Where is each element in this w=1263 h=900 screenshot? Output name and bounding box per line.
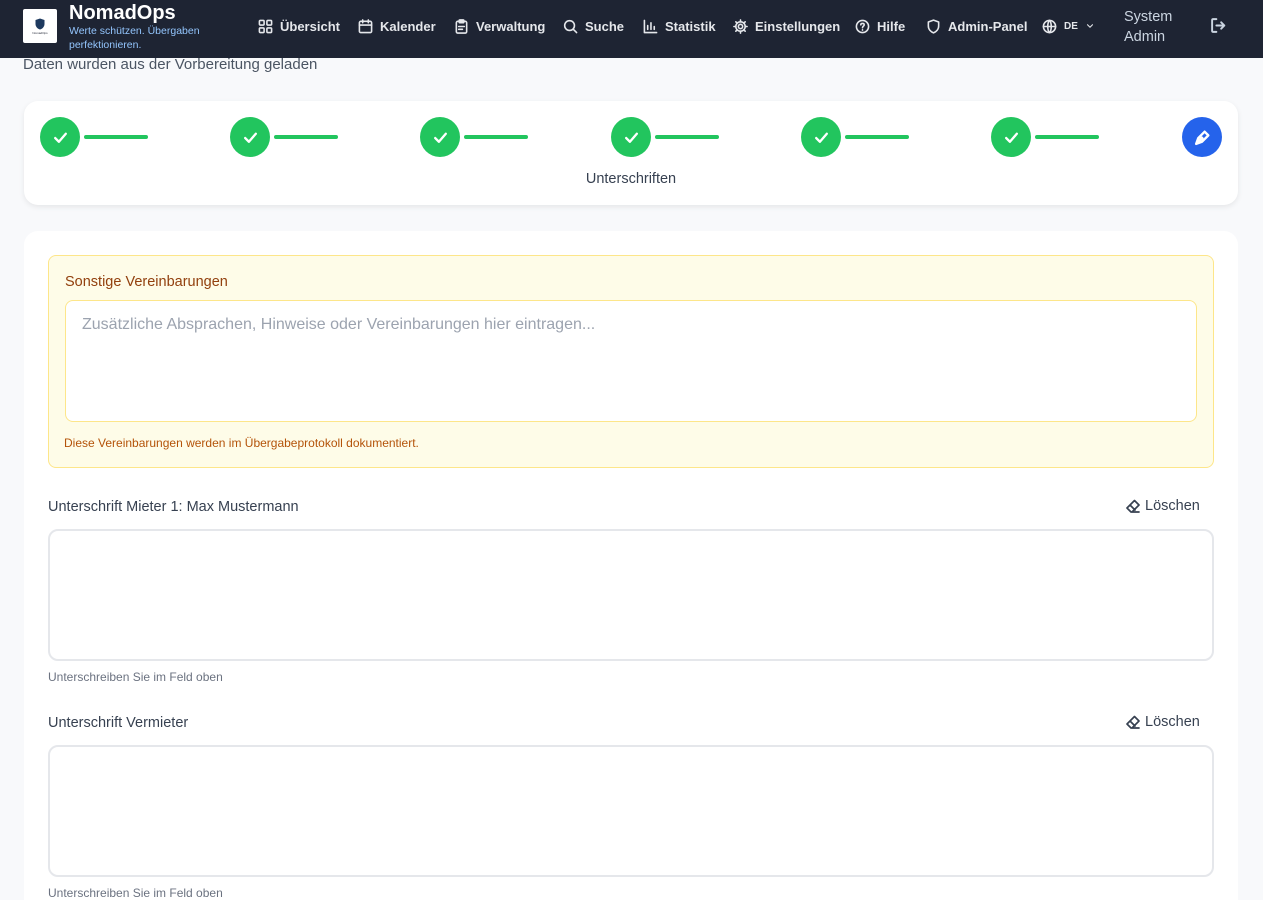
step-connector xyxy=(84,135,148,139)
nav-item-admin-panel[interactable]: Admin-Panel xyxy=(926,16,1027,36)
nav-item-verwaltung[interactable]: Verwaltung xyxy=(454,16,545,36)
nav-item-label: Verwaltung xyxy=(476,18,546,34)
step-7-current[interactable] xyxy=(1182,117,1222,157)
tenant-signature-pad[interactable] xyxy=(48,529,1214,661)
step-connector xyxy=(1035,135,1099,139)
nav-item-label: Übersicht xyxy=(280,18,340,34)
clear-label: Löschen xyxy=(1145,714,1200,730)
shield-icon xyxy=(927,18,940,34)
gear-icon xyxy=(733,18,748,34)
step-connector xyxy=(464,135,528,139)
agreements-textarea[interactable] xyxy=(65,300,1197,422)
step-5-complete[interactable] xyxy=(801,117,841,157)
nav-item-label: Hilfe xyxy=(877,18,906,34)
chevron-down-icon xyxy=(1086,24,1093,28)
clear-label: Löschen xyxy=(1145,498,1200,514)
step-6-complete[interactable] xyxy=(991,117,1031,157)
check-icon xyxy=(624,132,638,143)
clipboard-icon xyxy=(455,18,468,34)
brand-tagline: Werte schützen. Übergaben perfektioniere… xyxy=(69,25,200,51)
step-connector xyxy=(274,135,338,139)
signature-form-card: Sonstige Vereinbarungen Diese Vereinbaru… xyxy=(24,231,1238,900)
user-name[interactable]: System Admin xyxy=(1124,7,1184,47)
landlord-signature-pad[interactable] xyxy=(48,745,1214,877)
check-icon xyxy=(814,132,828,143)
help-circle-icon xyxy=(855,19,870,33)
nav-item-kalender[interactable]: Kalender xyxy=(358,16,436,36)
nav-item-label: Suche xyxy=(585,18,625,34)
logo-shield-icon xyxy=(35,18,45,29)
logo-text: NomadOps xyxy=(32,30,48,35)
bar-chart-icon xyxy=(643,19,658,33)
eraser-icon xyxy=(1126,499,1140,513)
eraser-icon xyxy=(1126,715,1140,729)
nav-item-label: Kalender xyxy=(380,18,436,34)
nav-item-einstellungen[interactable]: Einstellungen xyxy=(733,16,840,36)
nav-item-label: Admin-Panel xyxy=(948,18,1028,34)
brand-name: NomadOps xyxy=(69,2,176,24)
check-icon xyxy=(433,132,447,143)
nav-item-statistik[interactable]: Statistik xyxy=(643,16,716,36)
check-icon xyxy=(1004,132,1018,143)
agreements-note: Diese Vereinbarungen werden im Übergabep… xyxy=(64,436,419,450)
current-step-label: Unterschriften xyxy=(585,171,677,187)
nav-item-label: Statistik xyxy=(665,18,716,34)
search-icon xyxy=(563,19,578,33)
calendar-icon xyxy=(358,18,373,33)
check-icon xyxy=(53,132,67,143)
agreements-title: Sonstige Vereinbarungen xyxy=(65,274,228,290)
agreements-section: Sonstige Vereinbarungen Diese Vereinbaru… xyxy=(48,255,1214,468)
globe-icon xyxy=(1042,19,1057,33)
nav-item-hilfe[interactable]: Hilfe xyxy=(855,16,905,36)
tenant-signature-label: Unterschrift Mieter 1: Max Mustermann xyxy=(48,499,299,515)
top-navbar: NomadOps NomadOps Werte schützen. Überga… xyxy=(0,0,1263,58)
step-4-complete[interactable] xyxy=(611,117,651,157)
nav-item-suche[interactable]: Suche xyxy=(563,16,624,36)
logout-button[interactable] xyxy=(1210,17,1228,35)
step-2-complete[interactable] xyxy=(230,117,270,157)
status-text: Daten wurden aus der Vorbereitung gelade… xyxy=(23,56,318,73)
landlord-signature-hint: Unterschreiben Sie im Feld oben xyxy=(48,886,223,900)
landlord-signature-label: Unterschrift Vermieter xyxy=(48,715,189,731)
step-connector xyxy=(845,135,909,139)
language-code: DE xyxy=(1064,20,1078,32)
progress-stepper: Unterschriften xyxy=(24,101,1238,205)
pen-tool-icon xyxy=(1194,129,1210,145)
step-1-complete[interactable] xyxy=(40,117,80,157)
tenant-clear-button[interactable]: Löschen xyxy=(1125,498,1200,514)
check-icon xyxy=(243,132,257,143)
brand: NomadOps Werte schützen. Übergaben perfe… xyxy=(69,2,219,52)
tenant-signature-hint: Unterschreiben Sie im Feld oben xyxy=(48,670,223,684)
grid-icon xyxy=(258,19,273,33)
nav-item-label: Einstellungen xyxy=(755,18,841,34)
nav-item-uebersicht[interactable]: Übersicht xyxy=(258,16,340,36)
language-selector[interactable]: DE xyxy=(1042,16,1095,36)
landlord-clear-button[interactable]: Löschen xyxy=(1125,714,1200,730)
logout-icon xyxy=(1211,18,1226,33)
brand-logo[interactable]: NomadOps xyxy=(23,9,57,43)
step-3-complete[interactable] xyxy=(420,117,460,157)
step-connector xyxy=(655,135,719,139)
